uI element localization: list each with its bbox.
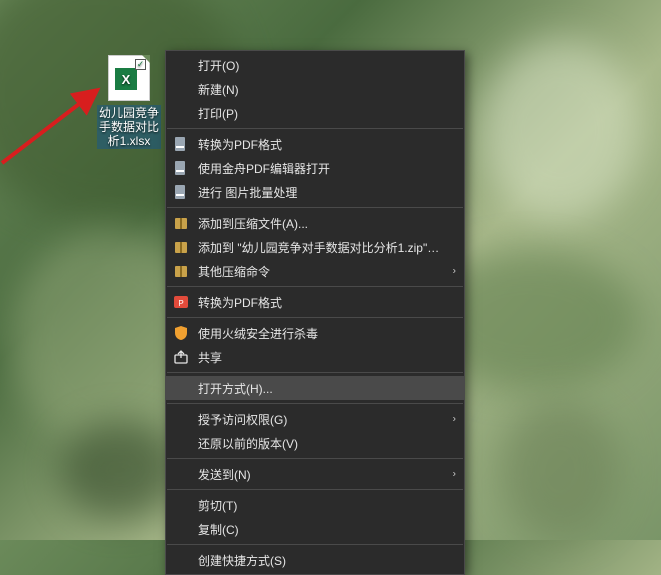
blank-icon [172, 465, 190, 483]
blank-icon [172, 56, 190, 74]
chevron-right-icon: › [453, 266, 456, 277]
menu-item-label: 新建(N) [198, 81, 442, 98]
desktop-file-label: 幼儿园竞争手数据对比析1.xlsx [97, 105, 161, 149]
menu-separator [167, 372, 463, 373]
menu-item-label: 复制(C) [198, 521, 442, 538]
blank-icon [172, 410, 190, 428]
excel-file-icon: X ✓ [108, 55, 150, 101]
menu-item-label: 授予访问权限(G) [198, 411, 442, 428]
menu-item-label: 还原以前的版本(V) [198, 435, 442, 452]
chevron-right-icon: › [453, 414, 456, 425]
menu-item-label: 进行 图片批量处理 [198, 184, 442, 201]
menu-item-huorong[interactable]: 使用火绒安全进行杀毒 [166, 321, 464, 345]
menu-item-send-to[interactable]: 发送到(N) › [166, 462, 464, 486]
pdf-icon [172, 135, 190, 153]
selected-check-icon: ✓ [135, 59, 146, 70]
menu-item-add-zip-named[interactable]: 添加到 "幼儿园竞争对手数据对比分析1.zip" (T) [166, 235, 464, 259]
menu-item-jinshu-pdf[interactable]: 使用金舟PDF编辑器打开 [166, 156, 464, 180]
menu-item-label: 其他压缩命令 [198, 263, 442, 280]
menu-item-label: 打开(O) [198, 57, 442, 74]
menu-item-to-pdf[interactable]: 转换为PDF格式 [166, 132, 464, 156]
menu-item-open-with[interactable]: 打开方式(H)... [166, 376, 464, 400]
chevron-right-icon: › [453, 469, 456, 480]
archive-icon [172, 214, 190, 232]
pdf-red-icon: P [172, 293, 190, 311]
svg-text:P: P [178, 299, 183, 308]
blank-icon [172, 434, 190, 452]
menu-item-label: 打开方式(H)... [198, 380, 442, 397]
menu-separator [167, 317, 463, 318]
menu-separator [167, 207, 463, 208]
menu-item-label: 转换为PDF格式 [198, 294, 442, 311]
menu-item-open[interactable]: 打开(O) [166, 53, 464, 77]
excel-badge: X [115, 68, 137, 90]
blank-icon [172, 80, 190, 98]
menu-item-label: 剪切(T) [198, 497, 442, 514]
menu-item-label: 添加到压缩文件(A)... [198, 215, 442, 232]
pdf-icon [172, 159, 190, 177]
context-menu: 打开(O) 新建(N) 打印(P) 转换为PDF格式使用金舟PDF编辑器打开进行 图片… [165, 50, 465, 575]
blank-icon [172, 551, 190, 569]
blank-icon [172, 496, 190, 514]
desktop-file[interactable]: X ✓ 幼儿园竞争手数据对比析1.xlsx [97, 55, 161, 149]
menu-item-label: 添加到 "幼儿园竞争对手数据对比分析1.zip" (T) [198, 239, 442, 256]
menu-item-grant[interactable]: 授予访问权限(G) › [166, 407, 464, 431]
menu-item-print[interactable]: 打印(P) [166, 101, 464, 125]
blank-icon [172, 520, 190, 538]
menu-item-copy[interactable]: 复制(C) [166, 517, 464, 541]
menu-item-cut[interactable]: 剪切(T) [166, 493, 464, 517]
menu-item-label: 发送到(N) [198, 466, 442, 483]
menu-item-label: 创建快捷方式(S) [198, 552, 442, 569]
archive-icon [172, 262, 190, 280]
menu-item-label: 转换为PDF格式 [198, 136, 442, 153]
menu-separator [167, 128, 463, 129]
menu-separator [167, 286, 463, 287]
menu-item-label: 使用金舟PDF编辑器打开 [198, 160, 442, 177]
blank-icon [172, 379, 190, 397]
archive-icon [172, 238, 190, 256]
menu-item-add-zip[interactable]: 添加到压缩文件(A)... [166, 211, 464, 235]
menu-item-share[interactable]: 共享 [166, 345, 464, 369]
pdf-icon [172, 183, 190, 201]
shield-icon [172, 324, 190, 342]
share-icon [172, 348, 190, 366]
menu-item-label: 打印(P) [198, 105, 442, 122]
menu-item-label: 共享 [198, 349, 442, 366]
menu-item-new[interactable]: 新建(N) [166, 77, 464, 101]
menu-item-batch-img[interactable]: 进行 图片批量处理 [166, 180, 464, 204]
menu-item-other-zip[interactable]: 其他压缩命令 › [166, 259, 464, 283]
menu-separator [167, 544, 463, 545]
menu-separator [167, 403, 463, 404]
menu-separator [167, 458, 463, 459]
menu-item-shortcut[interactable]: 创建快捷方式(S) [166, 548, 464, 572]
menu-item-to-pdf-2[interactable]: P 转换为PDF格式 [166, 290, 464, 314]
blank-icon [172, 104, 190, 122]
menu-item-label: 使用火绒安全进行杀毒 [198, 325, 442, 342]
menu-separator [167, 489, 463, 490]
menu-item-restore[interactable]: 还原以前的版本(V) [166, 431, 464, 455]
